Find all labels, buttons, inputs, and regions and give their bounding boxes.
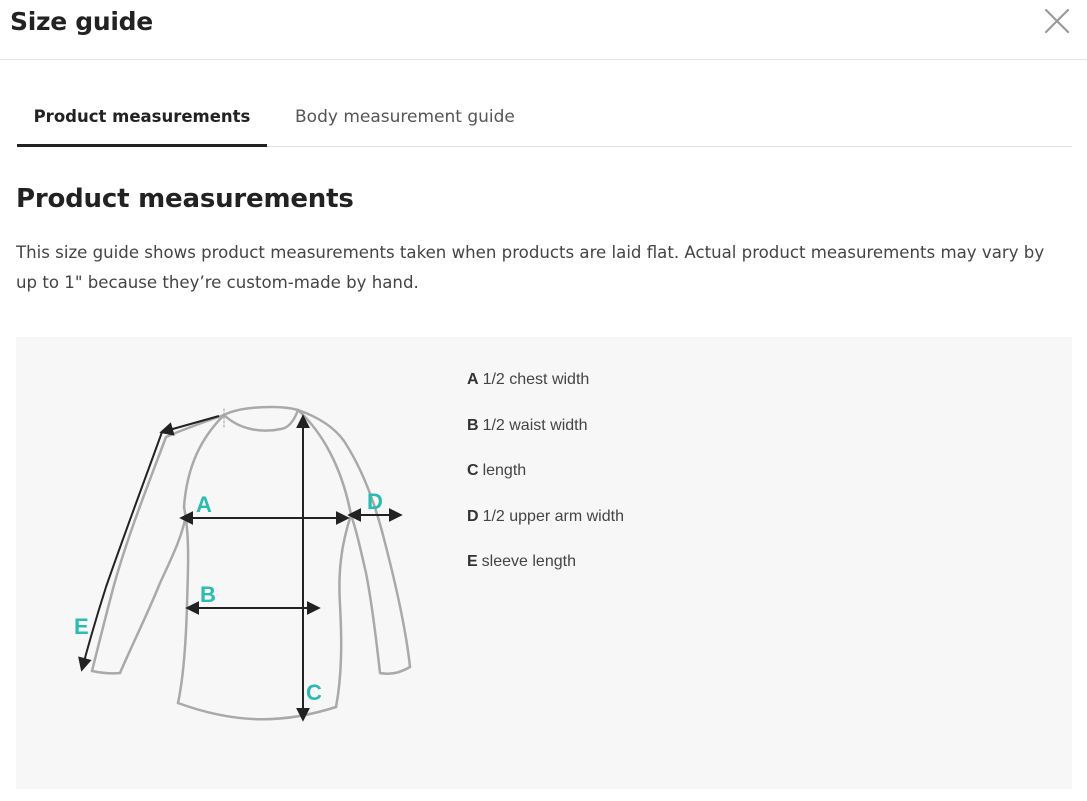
legend-text: sleeve length bbox=[481, 553, 576, 570]
legend-letter: B bbox=[467, 416, 479, 434]
measurement-arrows bbox=[82, 414, 403, 722]
size-guide-description: This size guide shows product measuremen… bbox=[16, 243, 1045, 292]
tab-body-measurement-guide[interactable]: Body measurement guide bbox=[295, 89, 515, 146]
legend-item: Clength bbox=[467, 460, 624, 506]
legend-text: 1/2 chest width bbox=[482, 371, 590, 388]
legend-text: 1/2 waist width bbox=[482, 416, 588, 434]
marker-d: D bbox=[367, 489, 383, 514]
legend-letter: E bbox=[467, 553, 478, 570]
section-heading: Product measurements bbox=[16, 184, 354, 214]
legend-item: A 1/2 chest width bbox=[467, 369, 624, 415]
measurement-legend: A 1/2 chest width B 1/2 waist width Clengt… bbox=[467, 369, 624, 597]
close-icon bbox=[1044, 8, 1070, 34]
tab-product-measurements[interactable]: Product measurements bbox=[17, 89, 267, 147]
shirt-outline bbox=[90, 405, 412, 721]
marker-a: A bbox=[196, 492, 212, 517]
legend-item: D 1/2 upper arm width bbox=[467, 506, 624, 552]
close-button[interactable] bbox=[1040, 4, 1074, 38]
legend-letter: C bbox=[467, 462, 479, 479]
legend-letter: A bbox=[467, 371, 479, 388]
legend-text: 1/2 upper arm width bbox=[482, 507, 624, 525]
shirt-diagram: A B C D E bbox=[66, 405, 412, 722]
modal-header: Size guide bbox=[0, 0, 1087, 60]
marker-c: C bbox=[306, 680, 322, 705]
tab-bar: Product measurements Body measurement gu… bbox=[17, 89, 1072, 147]
modal-title: Size guide bbox=[10, 7, 153, 36]
marker-e: E bbox=[74, 614, 89, 639]
marker-b: B bbox=[200, 582, 216, 607]
measurement-diagram-panel: A B C D E A 1/2 chest width B 1/2 waist wi… bbox=[16, 337, 1072, 789]
legend-text: length bbox=[482, 462, 527, 479]
legend-item: B 1/2 waist width bbox=[467, 415, 624, 461]
legend-letter: D bbox=[467, 507, 479, 525]
legend-item: Esleeve length bbox=[467, 551, 624, 597]
